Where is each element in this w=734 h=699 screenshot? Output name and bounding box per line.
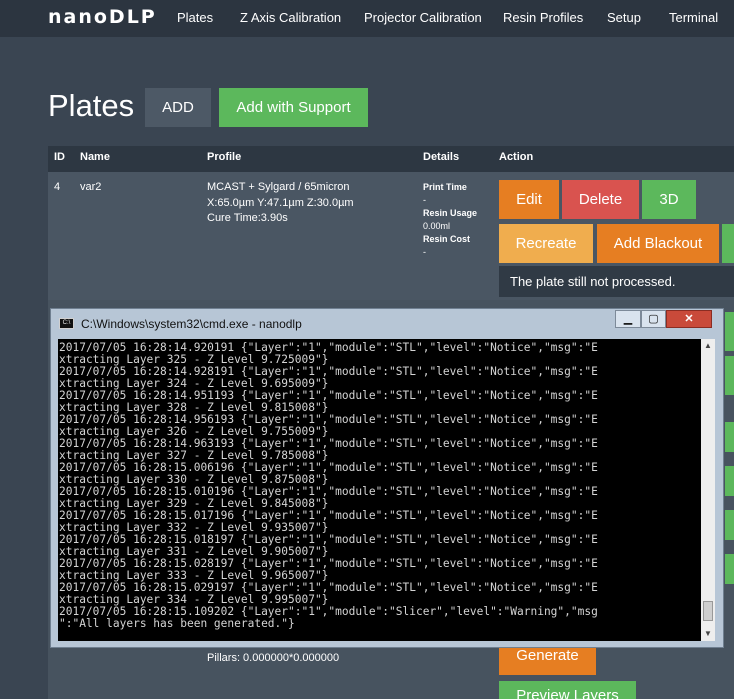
console-line: ":"All layers has been generated."}	[59, 617, 295, 630]
scroll-down-icon[interactable]: ▼	[701, 627, 715, 641]
preview-layers-button[interactable]: Preview Layers	[499, 681, 636, 699]
minimize-icon[interactable]: ▁	[615, 310, 641, 328]
status-notice-text: The plate still not processed.	[510, 274, 676, 289]
row-id: 4	[54, 181, 61, 193]
scroll-thumb[interactable]	[703, 601, 713, 621]
3d-view-button[interactable]: 3D	[642, 180, 696, 219]
more-action-button[interactable]	[722, 224, 734, 263]
resin-usage-value: 0.00ml	[423, 221, 451, 231]
print-time-value: -	[423, 195, 426, 205]
print-time-label: Print Time	[423, 182, 467, 192]
row-profile-name: MCAST + Sylgard / 65micron	[207, 181, 350, 193]
scroll-up-icon[interactable]: ▲	[701, 339, 715, 353]
row2-action-button[interactable]	[725, 466, 734, 496]
status-notice: The plate still not processed.	[499, 266, 734, 297]
console-scrollbar[interactable]: ▲ ▼	[701, 339, 715, 641]
row-profile-resolution: X:65.0µm Y:47.1µm Z:30.0µm	[207, 197, 354, 209]
edit-button[interactable]: Edit	[499, 180, 559, 219]
nav-z-axis-calibration[interactable]: Z Axis Calibration	[240, 10, 341, 25]
page-title: Plates	[48, 88, 135, 123]
header-profile: Profile	[207, 151, 242, 163]
cmd-window[interactable]: C:\ C:\Windows\system32\cmd.exe - nanodl…	[50, 308, 724, 648]
top-navbar: nanoDLP Plates Z Axis Calibration Projec…	[0, 0, 734, 37]
nav-terminal[interactable]: Terminal	[669, 10, 718, 25]
delete-button[interactable]: Delete	[562, 180, 639, 219]
header-id: ID	[54, 151, 65, 163]
row-profile-cure-time: Cure Time:3.90s	[207, 212, 288, 224]
table-header	[48, 146, 734, 172]
row2-action-button[interactable]	[725, 356, 734, 395]
resin-usage-label: Resin Usage	[423, 208, 478, 218]
row2-action-button[interactable]	[725, 554, 734, 584]
header-action: Action	[499, 151, 534, 163]
header-details: Details	[423, 151, 460, 163]
header-name: Name	[80, 151, 110, 163]
resin-cost-value: -	[423, 247, 426, 257]
nav-resin-profiles[interactable]: Resin Profiles	[503, 10, 583, 25]
cmd-titlebar[interactable]: C:\ C:\Windows\system32\cmd.exe - nanodl…	[51, 309, 723, 338]
row2-action-button[interactable]	[725, 312, 734, 351]
recreate-button[interactable]: Recreate	[499, 224, 593, 263]
nav-projector-calibration[interactable]: Projector Calibration	[364, 10, 482, 25]
row2-pillars: Pillars: 0.000000*0.000000	[207, 652, 340, 664]
console-output[interactable]: 2017/07/05 16:28:14.920191 {"Layer":"1",…	[58, 339, 701, 641]
app-logo[interactable]: nanoDLP	[48, 6, 157, 28]
row2-action-button[interactable]	[725, 510, 734, 540]
close-icon[interactable]: ✕	[666, 310, 712, 328]
add-button[interactable]: ADD	[145, 88, 211, 127]
add-with-support-button[interactable]: Add with Support	[219, 88, 368, 127]
maximize-icon[interactable]: ▢	[641, 310, 666, 328]
row2-action-button[interactable]	[725, 422, 734, 452]
cmd-app-icon: C:\	[59, 318, 74, 329]
cmd-window-title: C:\Windows\system32\cmd.exe - nanodlp	[81, 317, 302, 331]
nav-setup[interactable]: Setup	[607, 10, 641, 25]
add-blackout-button[interactable]: Add Blackout	[597, 224, 719, 263]
row-name: var2	[80, 181, 102, 193]
resin-cost-label: Resin Cost	[423, 234, 471, 244]
nav-plates[interactable]: Plates	[177, 10, 213, 25]
